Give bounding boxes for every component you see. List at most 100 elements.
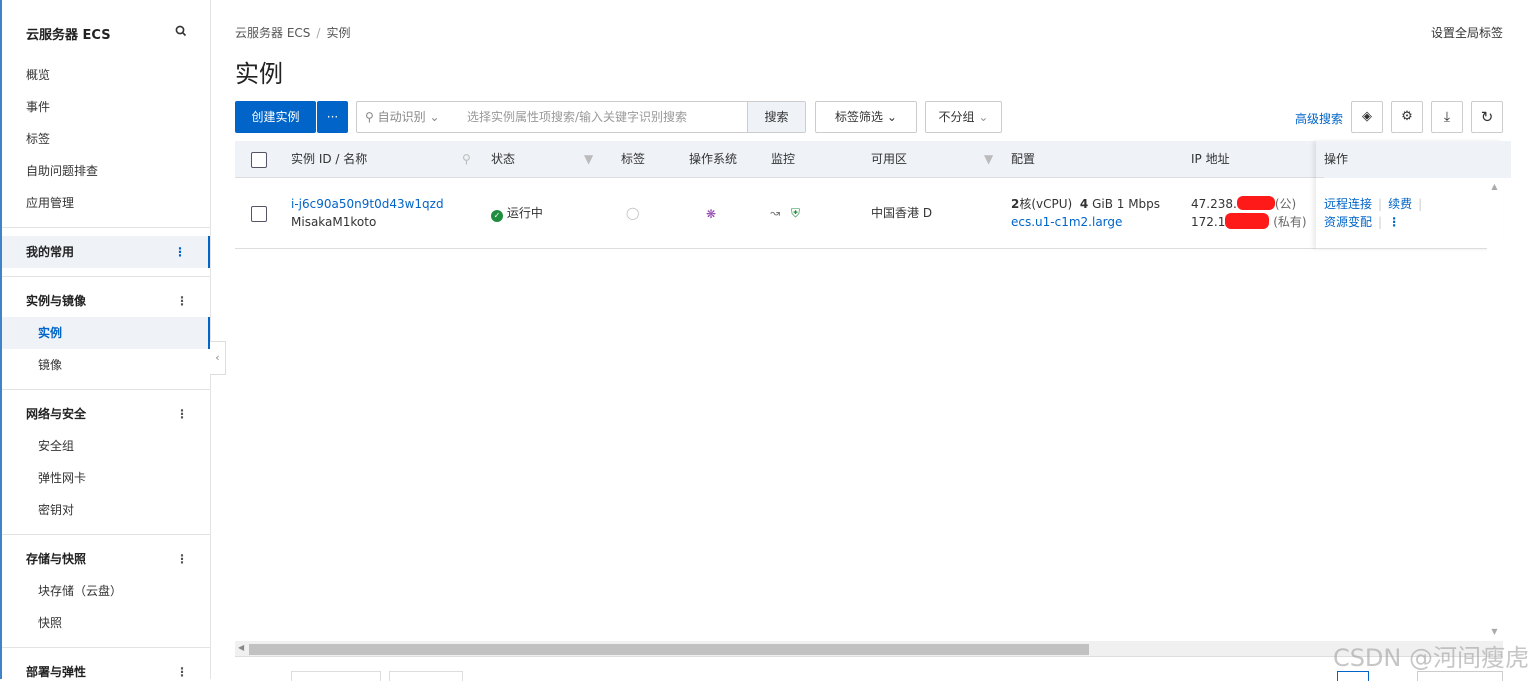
sidebar-group-instances-images[interactable]: 实例与镜像 ⋮ [2, 285, 210, 317]
col-zone: 可用区 [871, 152, 908, 166]
sidebar: 云服务器 ECS 概览 事件 标签 自助问题排查 应用管理 我的常用 ⋮ 实例与镜… [0, 0, 211, 679]
table-header: 实例 ID / 名称 ⚲ 状态 ▼ 标签 操作系统 监控 可用区 ▼ 配置 IP… [235, 141, 1503, 178]
gear-icon[interactable]: ⚙ [1391, 101, 1423, 133]
watermark: CSDN @河间瘦虎 [1332, 644, 1529, 672]
sidebar-item-instances[interactable]: 实例 [2, 317, 210, 349]
create-instance-button[interactable]: 创建实例 [235, 101, 316, 133]
sidebar-item-keypairs[interactable]: 密钥对 [2, 494, 210, 526]
tag-icon[interactable]: ◯ [626, 204, 639, 222]
more-icon[interactable]: ⋮ [176, 398, 188, 430]
more-actions-button[interactable]: ··· [317, 101, 348, 133]
label: 存储与快照 [26, 552, 87, 566]
layers-icon[interactable]: ◈ [1351, 101, 1383, 133]
sidebar-group-network-security[interactable]: 网络与安全 ⋮ [2, 398, 210, 430]
breadcrumb: 云服务器 ECS / 实例 [235, 24, 350, 41]
actions-column: 操作 远程连接 | 续费 | 资源变配 | ⋮ [1316, 141, 1511, 249]
public-ip: 47.238. [1191, 197, 1237, 211]
sidebar-group-favorites[interactable]: 我的常用 ⋮ [2, 236, 210, 268]
actions-cell: 远程连接 | 续费 | 资源变配 | ⋮ [1324, 197, 1423, 229]
search-icon: ⚲ [365, 110, 374, 124]
col-tags: 标签 [621, 152, 646, 166]
col-instance-id: 实例 ID / 名称 [291, 152, 368, 166]
more-icon[interactable]: ⋮ [176, 543, 188, 575]
horizontal-scrollbar[interactable]: ◀ [235, 641, 1503, 657]
chevron-down-icon: ⌄ [978, 110, 989, 124]
filter-icon[interactable]: ▼ [984, 141, 993, 178]
security-shield-icon[interactable]: ⛨ [791, 204, 800, 222]
instance-name: MisakaM1koto [291, 215, 377, 229]
sidebar-item-events[interactable]: 事件 [2, 91, 210, 123]
group-select[interactable]: 不分组 ⌄ [925, 101, 1002, 133]
divider [2, 389, 210, 390]
instance-id-link[interactable]: i-j6c90a50n9t0d43w1qzd [291, 195, 444, 213]
global-tags-link[interactable]: 设置全局标签 [1431, 24, 1503, 41]
sidebar-item-images[interactable]: 镜像 [2, 349, 210, 381]
pagination-size-select[interactable] [291, 671, 381, 681]
scrollbar-thumb[interactable] [249, 644, 1089, 655]
sidebar-item-tags[interactable]: 标签 [2, 123, 210, 155]
vertical-scrollbar[interactable]: ▲ ▼ [1487, 178, 1502, 640]
redaction-mark [1236, 196, 1275, 210]
sidebar-item-snapshots[interactable]: 快照 [2, 607, 210, 639]
page-title: 实例 [235, 60, 283, 88]
sidebar-item-overview[interactable]: 概览 [2, 59, 210, 91]
label: 我的常用 [26, 245, 75, 259]
divider [2, 534, 210, 535]
tag-filter-button[interactable]: 标签筛选 ⌄ [815, 101, 917, 133]
select-all-checkbox[interactable] [251, 152, 267, 168]
more-icon[interactable]: ⋮ [174, 236, 186, 268]
breadcrumb-instances: 实例 [326, 26, 351, 40]
search-box: ⚲ 自动识别 ⌄ 搜索 [356, 101, 806, 133]
search-button[interactable]: 搜索 [747, 102, 805, 132]
download-icon[interactable]: ⤓ [1431, 101, 1463, 133]
breadcrumb-ecs[interactable]: 云服务器 ECS [235, 26, 310, 40]
private-ip-tag: (私有) [1273, 215, 1307, 229]
status: ✓ 运行中 [491, 204, 543, 222]
pagination-button[interactable] [389, 671, 463, 681]
label: 标签筛选 [835, 110, 884, 124]
divider [2, 647, 210, 648]
advanced-search-link[interactable]: 高级搜索 [1295, 110, 1343, 127]
monitor-chart-icon[interactable]: ↝ [770, 204, 780, 222]
instance-type-link[interactable]: ecs.u1-c1m2.large [1011, 213, 1160, 231]
collapse-sidebar-button[interactable]: ‹ [210, 341, 226, 375]
memory-bandwidth: GiB 1 Mbps [1092, 197, 1161, 211]
sidebar-item-block-storage[interactable]: 块存储（云盘） [2, 575, 210, 607]
breadcrumb-separator: / [316, 26, 321, 40]
renew-link[interactable]: 续费 [1388, 197, 1412, 211]
divider [2, 276, 210, 277]
change-spec-link[interactable]: 资源变配 [1324, 215, 1372, 229]
search-icon[interactable] [175, 25, 187, 37]
status-text: 运行中 [506, 206, 543, 220]
chevron-down-icon: ⌄ [429, 110, 440, 124]
sidebar-group-deployment[interactable]: 部署与弹性 ⋮ [2, 656, 210, 688]
sidebar-title: 云服务器 ECS [26, 28, 111, 43]
zone: 中国香港 D [871, 206, 933, 220]
divider [2, 227, 210, 228]
sidebar-group-storage-snapshots[interactable]: 存储与快照 ⋮ [2, 543, 210, 575]
col-actions: 操作 [1324, 141, 1511, 178]
search-mode-select[interactable]: ⚲ 自动识别 ⌄ [365, 102, 440, 132]
label: 实例与镜像 [26, 294, 87, 308]
sidebar-item-app-management[interactable]: 应用管理 [2, 187, 210, 219]
more-icon[interactable]: ⋮ [1388, 215, 1400, 229]
remote-connect-link[interactable]: 远程连接 [1324, 197, 1372, 211]
sidebar-item-security-groups[interactable]: 安全组 [2, 430, 210, 462]
filter-icon[interactable]: ▼ [584, 141, 593, 178]
sidebar-item-eni[interactable]: 弹性网卡 [2, 462, 210, 494]
more-icon[interactable]: ⋮ [176, 285, 188, 317]
private-ip: 172.1 [1191, 215, 1226, 229]
chevron-down-icon: ⌄ [886, 110, 897, 124]
config-spec: 2核(vCPU) 4 GiB 1 Mbps [1011, 195, 1160, 213]
search-icon[interactable]: ⚲ [462, 141, 471, 178]
public-ip-tag: (公) [1274, 197, 1297, 211]
row-checkbox[interactable] [251, 206, 267, 222]
col-os: 操作系统 [689, 152, 738, 166]
sidebar-item-troubleshoot[interactable]: 自助问题排查 [2, 155, 210, 187]
redaction-mark [1225, 213, 1270, 229]
more-icon[interactable]: ⋮ [176, 656, 188, 688]
refresh-icon[interactable]: ↻ [1471, 101, 1503, 133]
memory-size: 4 [1079, 197, 1089, 211]
search-mode-label: 自动识别 [377, 110, 426, 124]
search-input[interactable] [467, 103, 747, 131]
